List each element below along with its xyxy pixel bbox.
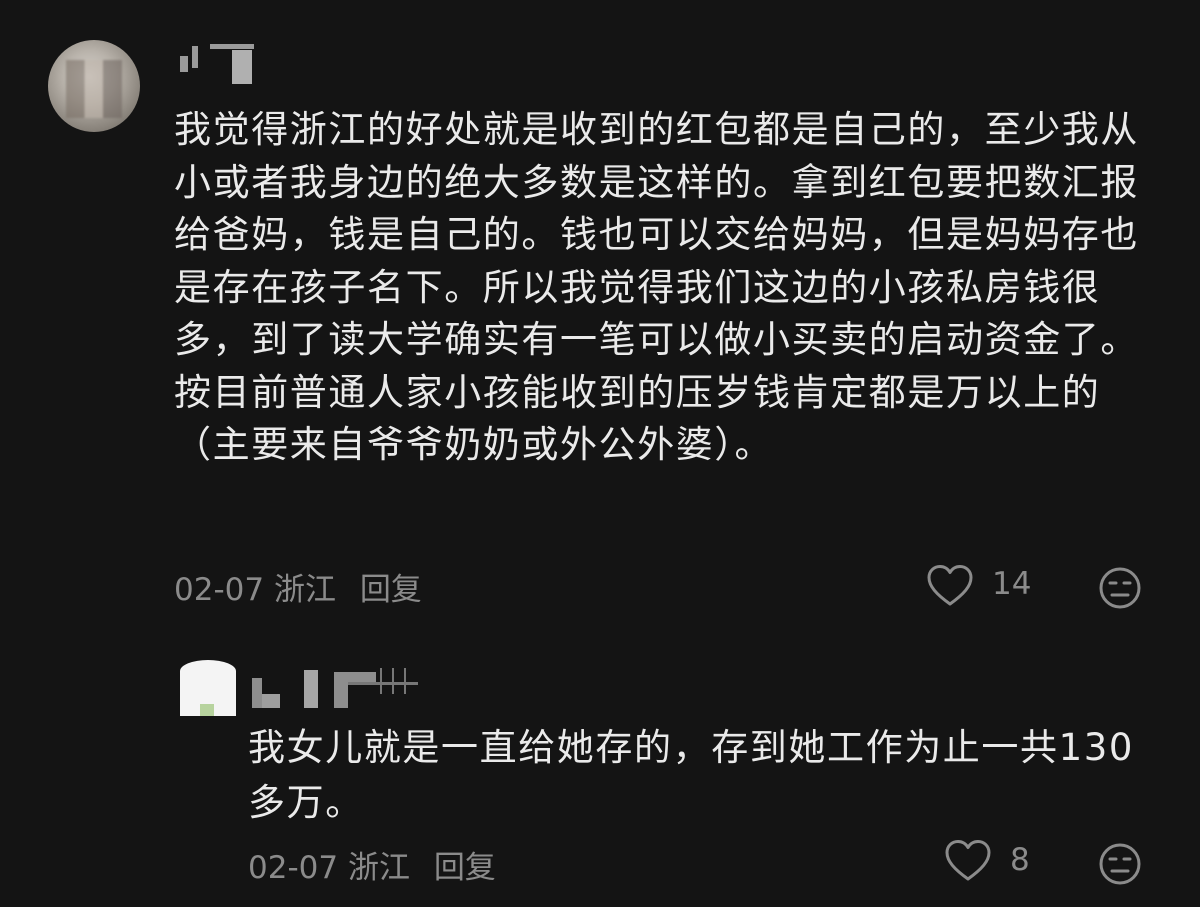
reply-text: 我女儿就是一直给她存的，存到她工作为止一共130多万。 xyxy=(248,726,1135,824)
reply-item: 我女儿就是一直给她存的，存到她工作为止一共130多万。 02-07 浙江 回复 … xyxy=(0,640,1200,907)
comment-meta: 02-07 浙江 回复 xyxy=(174,564,422,609)
heart-icon xyxy=(927,565,973,606)
replier-username-redacted[interactable] xyxy=(252,668,422,712)
heart-icon xyxy=(945,840,991,881)
commenter-username-redacted[interactable] xyxy=(178,42,258,84)
meh-face-icon xyxy=(1099,843,1141,885)
avatar-mosaic xyxy=(200,704,214,716)
meh-face-icon xyxy=(1099,567,1141,609)
comment-date: 02-07 xyxy=(174,572,265,608)
emoji-reaction-button[interactable] xyxy=(1098,566,1142,610)
emoji-reaction-button[interactable] xyxy=(1098,842,1142,886)
commenter-avatar[interactable] xyxy=(48,40,140,132)
like-button[interactable] xyxy=(944,838,992,884)
like-count: 8 xyxy=(1010,842,1030,878)
replier-avatar[interactable] xyxy=(180,660,236,716)
reply-location: 浙江 xyxy=(347,850,410,886)
like-button[interactable] xyxy=(926,562,974,610)
comment-item: 我觉得浙江的好处就是收到的红包都是自己的，至少我从小或者我身边的绝大多数是这样的… xyxy=(0,0,1200,640)
like-count: 14 xyxy=(992,566,1032,602)
reply-date: 02-07 xyxy=(248,850,339,886)
avatar-mosaic xyxy=(66,60,122,118)
comment-location: 浙江 xyxy=(273,572,336,608)
reply-meta: 02-07 浙江 回复 xyxy=(248,842,496,887)
reply-button[interactable]: 回复 xyxy=(360,572,422,608)
reply-button[interactable]: 回复 xyxy=(434,850,496,886)
comment-text: 我觉得浙江的好处就是收到的红包都是自己的，至少我从小或者我身边的绝大多数是这样的… xyxy=(174,108,1139,466)
